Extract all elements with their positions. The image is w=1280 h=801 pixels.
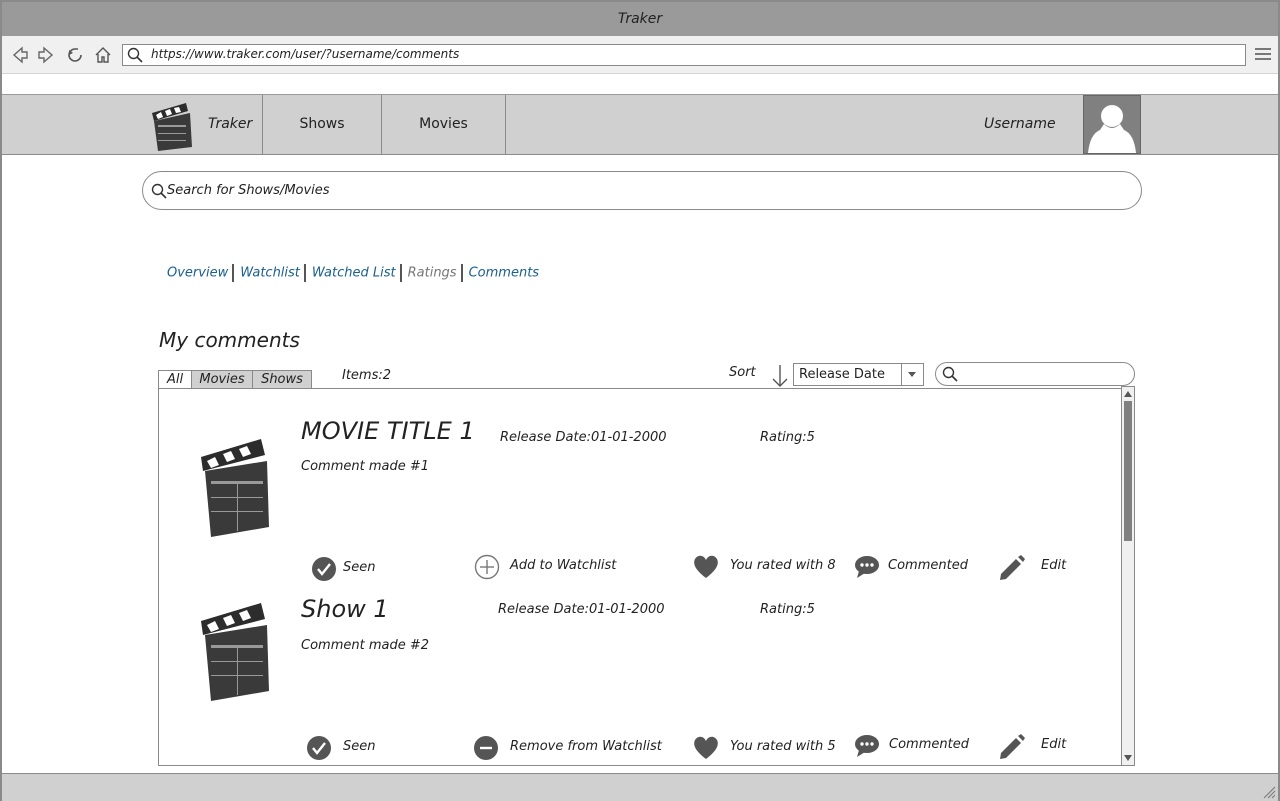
tab-watchlist[interactable]: Watchlist [240, 266, 300, 281]
item-title[interactable]: MOVIE TITLE 1 [301, 417, 475, 445]
commented-label: Commented [889, 737, 969, 752]
tab-ratings[interactable]: Ratings [408, 266, 457, 281]
item-title[interactable]: Show 1 [301, 595, 389, 623]
divider [303, 264, 306, 282]
tab-comments[interactable]: Comments [469, 266, 539, 281]
avatar[interactable] [1083, 95, 1141, 154]
sort-label: Sort [729, 365, 756, 380]
browser-toolbar: https://www.traker.com/user/?username/co… [2, 36, 1278, 74]
seen-label: Seen [343, 739, 376, 754]
site-header: Traker Shows Movies Username [2, 95, 1278, 155]
list-item: Show 1 Release Date:01-01-2000 Rating:5 … [159, 579, 1121, 765]
reload-icon[interactable] [65, 45, 85, 65]
plus-icon [474, 554, 500, 580]
list-scrollbar[interactable] [1121, 386, 1135, 766]
back-icon[interactable] [10, 45, 30, 65]
list-item: MOVIE TITLE 1 Release Date:01-01-2000 Ra… [159, 389, 1121, 581]
comment-icon [855, 556, 879, 578]
sort-arrow-icon[interactable] [771, 363, 789, 389]
search-input[interactable]: Search for Shows/Movies [142, 171, 1142, 210]
list-filter-input[interactable] [935, 362, 1135, 386]
search-icon [942, 366, 958, 382]
dropdown-icon [908, 372, 916, 377]
pencil-icon [1000, 734, 1025, 759]
menu-icon[interactable] [1254, 46, 1272, 62]
page-title: My comments [159, 328, 300, 352]
browser-window: Traker https://www.traker.com/user/?user… [0, 0, 1280, 801]
release-date: Release Date:01-01-2000 [498, 602, 665, 617]
bookmarks-bar [2, 74, 1278, 95]
scroll-thumb[interactable] [1124, 401, 1132, 541]
rating: Rating:5 [760, 430, 815, 445]
comment-text: Comment made #1 [301, 459, 430, 474]
divider [399, 264, 402, 282]
clapperboard-icon [201, 603, 269, 701]
watchlist-label: Add to Watchlist [510, 558, 617, 573]
edit-label: Edit [1041, 558, 1067, 573]
seen-label: Seen [343, 560, 376, 575]
dropdown-button[interactable] [901, 364, 923, 385]
avatar-icon [1088, 105, 1136, 153]
pencil-icon [1000, 555, 1025, 580]
profile-subnav: Overview Watchlist Watched List Ratings Comm… [167, 264, 539, 282]
edit-label: Edit [1041, 737, 1067, 752]
commented-label: Commented [888, 558, 968, 573]
home-icon[interactable] [93, 45, 113, 65]
brand-link[interactable]: Traker [142, 95, 263, 154]
comment-text: Comment made #2 [301, 638, 430, 653]
release-date: Release Date:01-01-2000 [500, 430, 667, 445]
filter-tab-shows[interactable]: Shows [252, 370, 312, 390]
window-title: Traker [2, 2, 1278, 36]
comments-list: MOVIE TITLE 1 Release Date:01-01-2000 Ra… [158, 388, 1122, 766]
address-bar[interactable]: https://www.traker.com/user/?username/co… [122, 44, 1246, 66]
filter-tab-movies[interactable]: Movies [191, 370, 253, 390]
items-count: Items:2 [342, 368, 392, 383]
rated-label: You rated with 8 [730, 558, 836, 573]
nav-movies[interactable]: Movies [382, 95, 506, 154]
nav-shows[interactable]: Shows [263, 95, 382, 154]
comment-icon [855, 735, 879, 757]
sort-value: Release Date [799, 367, 885, 382]
search-icon [127, 47, 143, 63]
divider [460, 264, 463, 282]
username-label[interactable]: Username [984, 116, 1056, 132]
scroll-down-icon[interactable] [1123, 752, 1133, 764]
heart-icon [694, 736, 718, 759]
forward-icon[interactable] [36, 45, 56, 65]
url-text: https://www.traker.com/user/?username/co… [151, 47, 460, 61]
search-placeholder: Search for Shows/Movies [167, 183, 330, 198]
divider [232, 264, 235, 282]
brand-label: Traker [208, 116, 253, 132]
scroll-up-icon[interactable] [1123, 388, 1133, 400]
clapperboard-icon [201, 439, 269, 537]
rating: Rating:5 [760, 602, 815, 617]
status-bar [2, 773, 1278, 801]
filter-tab-all[interactable]: All [158, 370, 192, 390]
check-icon [307, 736, 331, 760]
tab-overview[interactable]: Overview [167, 266, 228, 281]
resize-grip-icon[interactable] [1262, 785, 1276, 799]
clapperboard-icon [152, 103, 192, 151]
rated-label: You rated with 5 [730, 739, 836, 754]
tab-watched-list[interactable]: Watched List [312, 266, 396, 281]
sort-select[interactable]: Release Date [793, 363, 924, 386]
search-icon [151, 183, 167, 199]
watchlist-label: Remove from Watchlist [510, 739, 662, 754]
heart-icon [694, 555, 718, 578]
minus-icon [474, 736, 498, 760]
